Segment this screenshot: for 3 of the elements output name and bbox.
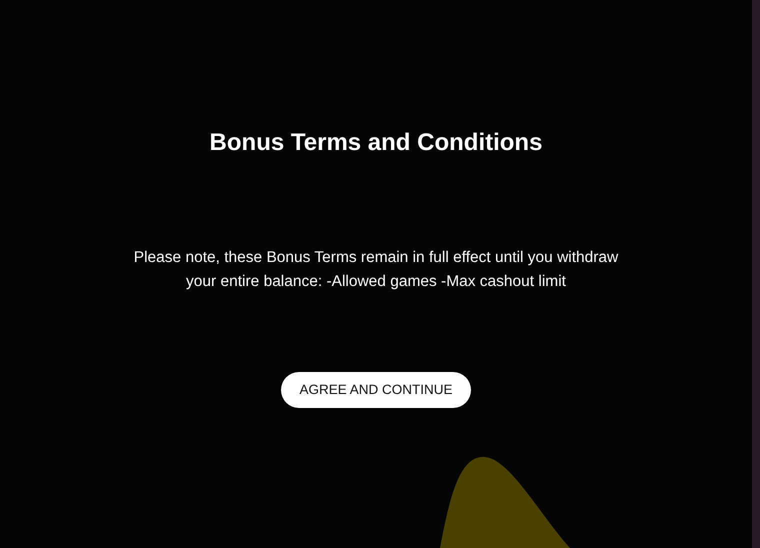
dialog-title: Bonus Terms and Conditions (210, 128, 542, 158)
dialog-message: Please note, these Bonus Terms remain in full effect until you withdraw your entire balance: -Allowed games -Max cashout limit (132, 248, 620, 292)
agree-button[interactable]: AGREE AND CONTINUE (281, 372, 471, 408)
